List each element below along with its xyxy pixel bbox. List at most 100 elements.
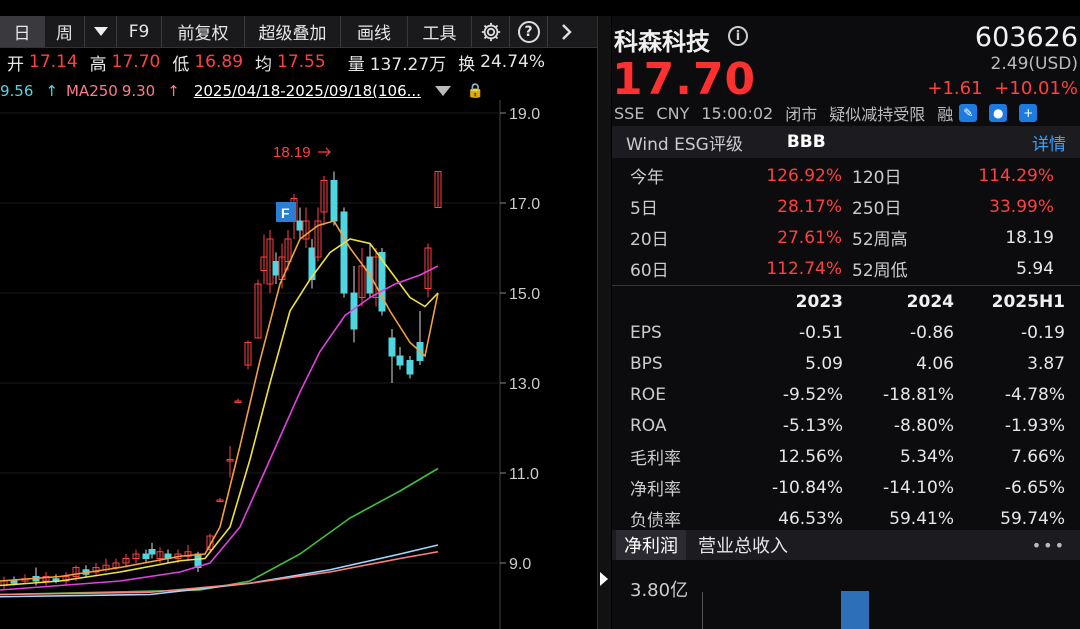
perf-value: 28.17% [777,196,842,217]
table-row: 净利率 -10.84% -14.10% -6.65% [612,472,1080,503]
table-cell: -0.51 [799,322,843,343]
row-label: 负债率 [630,511,681,531]
bell-icon[interactable]: ● [989,104,1008,122]
help-button[interactable]: ? [510,16,548,47]
settings-button[interactable] [472,16,510,47]
change-percent: +10.01% [994,78,1078,99]
ma250-arrow: ↑ [167,82,180,100]
open-label: 开 [7,54,24,75]
stock-name: 科森科技 [614,28,710,56]
adjust-price-button[interactable]: 前复权 [162,16,245,47]
table-cell: -8.80% [893,415,954,436]
esg-detail-link[interactable]: 详情 [1032,130,1066,155]
panel-divider[interactable] [597,16,611,629]
f9-button[interactable]: F9 [117,16,162,47]
table-cell: -0.19 [1021,322,1065,343]
y-tick-label: 15.0 [509,286,540,303]
edit-icon[interactable]: ✎ [959,104,978,122]
candle [340,211,348,294]
perf-label: 250日 [852,199,902,219]
table-cell: -14.10% [883,477,954,498]
tab-net-profit[interactable]: 净利润 [616,530,686,560]
y-tick-label: 13.0 [509,376,540,393]
header-cell: 2024 [906,291,954,312]
info-icon[interactable]: i [728,26,748,46]
tools-button[interactable]: 工具 [408,16,472,47]
add-icon[interactable]: + [1019,104,1038,122]
low-label: 低 [172,54,190,75]
candle [272,261,280,276]
table-row: BPS 5.09 4.06 3.87 [612,348,1080,379]
y-tick-label: 17.0 [509,196,540,213]
low-value: 16.89 [194,52,244,72]
quote-row: 开 17.14 高 17.70 低 16.89 均 17.55 量 137.27… [0,50,597,74]
high-label: 高 [89,54,107,75]
perf-label: 5日 [630,199,658,219]
candle [396,355,404,366]
period-dropdown-button[interactable] [85,16,117,47]
perf-value: 27.61% [777,227,842,248]
last-price: 17.70 [612,54,757,105]
overlay-button[interactable]: 超级叠加 [245,16,341,47]
table-cell: 12.56% [778,446,843,467]
period-day-button[interactable]: 日 [0,16,45,47]
volume-value: 137.27万 [369,54,447,75]
table-row: ROA -5.13% -8.80% -1.93% [612,410,1080,441]
quote-panel: 科森科技 i 603626 17.70 2.49(USD) +1.61 +10.… [612,16,1080,629]
table-cell: 7.66% [1010,446,1065,467]
notice-label: 疑似减持受限 [829,105,926,124]
row-label: 毛利率 [630,449,681,469]
caret-down-icon [93,27,108,36]
perf-label: 120日 [852,168,902,188]
ma250-label: MA250 [65,82,118,100]
table-cell: 5.34% [899,446,954,467]
row-label: ROA [630,415,667,436]
y-tick-label: 9.0 [509,556,531,573]
table-cell: -1.93% [1004,415,1065,436]
row-label: EPS [630,322,662,343]
draw-line-button[interactable]: 画线 [341,16,408,47]
table-cell: -10.84% [772,477,843,498]
candle [330,180,338,222]
exchange-label: SSE [614,103,645,123]
date-range-selector[interactable]: 2025/04/18-2025/09/18(106... [194,82,421,100]
open-value: 17.14 [29,52,78,72]
esg-value: BBB [786,132,826,152]
ma250-value: 9.30 [121,82,156,100]
table-cell: 4.06 [916,353,954,374]
perf-label: 52周低 [852,261,908,281]
change-amount: +1.61 [927,78,983,99]
candlestick-chart[interactable]: 19.0 17.0 15.0 13.0 11.0 9.0 18.19 F [0,100,597,629]
currency-label: CNY [656,103,690,123]
perf-label: 60日 [630,261,669,281]
chart-toolbar: 日 周 F9 前复权 超级叠加 画线 工具 ? [0,16,597,48]
tab-total-revenue[interactable]: 营业总收入 [690,530,796,560]
period-week-button[interactable]: 周 [45,16,85,47]
usd-price: 2.49(USD) [990,54,1078,74]
candle [296,220,304,231]
esg-label: Wind ESG评级 [626,134,743,155]
turnover-value: 24.74% [480,52,545,72]
row-label: ROE [630,384,666,405]
perf-value: 126.92% [766,165,842,186]
range-dropdown-icon[interactable] [434,86,451,96]
candle [142,553,150,559]
more-icon[interactable]: ••• [1032,536,1066,555]
lock-icon[interactable]: 🔒 [467,83,484,99]
table-cell: 3.87 [1027,353,1065,374]
candle [10,580,18,584]
avg-label: 均 [255,54,273,75]
table-cell: -4.78% [1004,384,1065,405]
financials-table: 2023 2024 2025H1 EPS -0.51 -0.86 -0.19 B… [612,286,1080,534]
collapse-arrow-icon[interactable] [600,572,608,586]
ma-prev-value: 9.56 [0,82,34,100]
perf-label: 52周高 [852,230,908,250]
market-meta: SSE CNY 15:00:02 闭市 疑似减持受限 融 ✎ ● + [614,102,1080,124]
avg-value: 17.55 [277,52,326,72]
bar-axis-label: 3.80亿 [630,580,689,601]
y-tick-label: 11.0 [509,466,539,483]
next-button[interactable] [548,16,586,47]
market-status: 闭市 [785,105,818,124]
table-cell: -6.65% [1004,477,1065,498]
perf-label: 今年 [630,168,664,188]
